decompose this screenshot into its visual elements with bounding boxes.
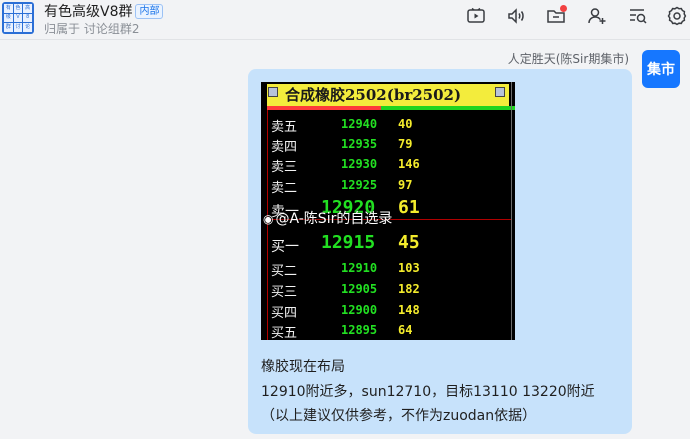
search-record-icon[interactable] [627,5,649,27]
message-text-line: 橡胶现在布局 [261,359,345,375]
group-avatar-char: 高 [23,4,32,13]
add-member-icon[interactable] [586,5,608,27]
ask-volume: 97 [398,178,413,192]
square-icon [268,87,278,97]
bid-volume: 148 [398,303,420,317]
bid-label: 买五 [271,326,298,340]
group-avatar-char: 色 [13,4,23,13]
chat-header: 有 色 高 级 V 8 群 讨 论 有色高级V8群 内部 归属于 讨论组群2 [0,0,690,40]
order-book-image[interactable]: 合成橡胶2502(br2502) 卖五 12940 40 卖四 12935 79… [261,82,515,340]
bid-label: 买四 [271,306,298,321]
group-avatar-char: 级 [4,13,13,23]
buy-strength-bar [381,106,515,110]
bid-price: 12905 [341,282,378,296]
bid-row: 买三 12905 182 [261,279,515,300]
ask-label: 卖五 [271,120,298,135]
weibo-icon: ◉ [263,212,274,226]
sell-strength-bar [267,106,381,110]
ask-label: 卖二 [271,181,298,196]
bid-label: 买一 [271,239,299,255]
message-text-line: 12910附近多，sun12710，目标13110 13220附近 [261,384,595,400]
folder-icon[interactable] [545,5,567,27]
bid-price: 12910 [341,261,378,275]
bid-volume: 45 [398,232,420,253]
message-sender: 人定胜天(陈Sir期集市) [507,52,629,66]
internal-tag: 内部 [135,4,164,19]
bid-volume: 103 [398,261,420,275]
ask-row: 卖五 12940 40 [261,114,515,135]
bid-label: 买二 [271,264,298,279]
bid-row: 买二 12910 103 [261,258,515,279]
video-icon[interactable] [465,5,487,27]
bid-price: 12900 [341,303,378,317]
ask-label: 卖三 [271,160,298,175]
group-avatar-char: 论 [23,23,32,32]
ask-price: 12925 [341,178,378,192]
ask-price: 12935 [341,137,378,151]
group-avatar-char: 有 [4,4,13,13]
group-avatar-char: V [13,13,23,23]
watermark-text: @A-陈Sir的自选录 [275,211,393,227]
ask-row: 卖二 12925 97 [261,175,515,196]
square-icon [495,87,505,97]
voice-icon[interactable] [505,5,527,27]
ask-volume: 40 [398,117,413,131]
bid-row: 买一 12915 45 [261,232,515,255]
ask-volume: 61 [398,197,420,218]
watermark: ◉ @A-陈Sir的自选录 [263,208,392,228]
ask-price: 12940 [341,117,378,131]
ask-price: 12930 [341,157,378,171]
ask-row: 卖三 12930 146 [261,154,515,175]
avatar[interactable]: 集市 [642,50,680,88]
group-avatar-char: 讨 [13,23,23,32]
group-name[interactable]: 有色高级V8群 内部 [44,1,164,21]
avatar-text: 集市 [647,62,675,78]
group-avatar-char: 8 [23,13,32,23]
group-name-text: 有色高级V8群 [44,4,133,20]
notification-dot [560,5,567,12]
ask-row: 卖四 12935 79 [261,134,515,155]
group-subtitle: 归属于 讨论组群2 [44,22,140,36]
ask-volume: 79 [398,137,413,151]
ask-volume: 146 [398,157,420,171]
bid-row: 买四 12900 148 [261,300,515,321]
group-avatar-char: 群 [4,23,13,32]
group-avatar[interactable]: 有 色 高 级 V 8 群 讨 论 [2,2,34,34]
bid-price: 12895 [341,323,378,337]
settings-icon[interactable] [666,5,688,27]
bid-volume: 182 [398,282,420,296]
ask-label: 卖四 [271,140,298,155]
bid-label: 买三 [271,285,298,300]
message-text-line: （以上建议仅供参考，不作为zuodan依据） [261,408,537,424]
bid-volume: 64 [398,323,413,337]
quote-title: 合成橡胶2502(br2502) [267,84,509,106]
bid-price: 12915 [321,232,376,253]
bid-row: 买五 12895 64 [261,320,515,340]
